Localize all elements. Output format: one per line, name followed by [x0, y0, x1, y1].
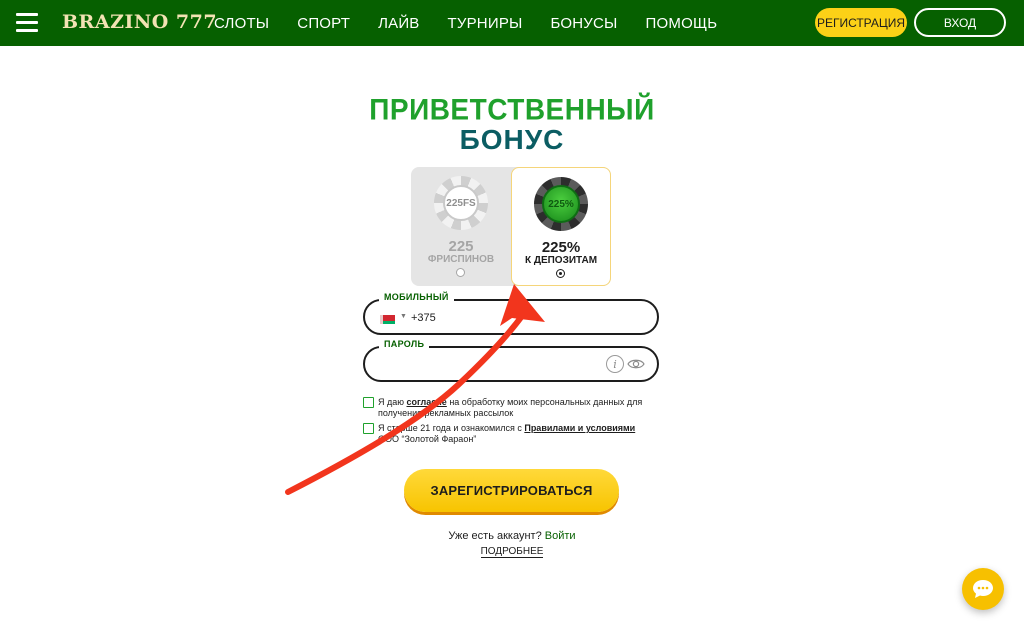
chat-button[interactable]	[962, 568, 1004, 610]
deposit-chip-icon: 225%	[534, 177, 588, 231]
chat-bubble-icon	[973, 580, 993, 598]
consent-text: Я даю согласие на обработку моих персона…	[378, 397, 658, 419]
belarus-flag-icon[interactable]	[380, 315, 395, 324]
chevron-down-icon[interactable]: ▼	[400, 313, 407, 320]
password-input[interactable]	[381, 357, 601, 373]
have-account-text: Уже есть аккаунт?	[448, 530, 542, 542]
have-account-row: Уже есть аккаунт? Войти	[0, 530, 1024, 542]
brand-logo[interactable]: BRAZINO 777	[62, 11, 217, 33]
more-link[interactable]: ПОДРОБНЕЕ	[480, 546, 544, 558]
deposit-value: 225%	[541, 239, 581, 256]
nav-slots[interactable]: СЛОТЫ	[214, 15, 269, 32]
menu-icon[interactable]	[16, 13, 38, 32]
age-prefix: Я старше 21 года и ознакомился с	[378, 423, 525, 433]
age-text: Я старше 21 года и ознакомился с Правила…	[378, 423, 658, 445]
bonus-selector: 225FS 225 ФРИСПИНОВ 225% 225% К ДЕПОЗИТА…	[411, 167, 611, 286]
nav-help[interactable]: ПОМОЩЬ	[646, 15, 718, 32]
nav-live[interactable]: ЛАЙВ	[378, 15, 419, 32]
consent-prefix: Я даю	[378, 397, 407, 407]
age-checkbox[interactable]	[363, 423, 374, 434]
login-button[interactable]: ВХОД	[914, 8, 1006, 37]
nav-bonuses[interactable]: БОНУСЫ	[551, 15, 618, 32]
page-title-line1: ПРИВЕТСТВЕННЫЙ	[369, 93, 655, 126]
nav-sport[interactable]: СПОРТ	[297, 15, 350, 32]
freespins-chip-label: 225FS	[443, 185, 479, 221]
age-suffix: ООО “Золотой Фараон”	[378, 434, 477, 444]
eye-icon[interactable]	[627, 356, 645, 372]
freespins-label: ФРИСПИНОВ	[427, 254, 495, 265]
top-header: BRAZINO 777 СЛОТЫ СПОРТ ЛАЙВ ТУРНИРЫ БОН…	[0, 0, 1024, 46]
deposit-label: К ДЕПОЗИТАМ	[524, 255, 598, 266]
nav-tournaments[interactable]: ТУРНИРЫ	[448, 15, 523, 32]
bonus-option-freespins[interactable]: 225FS 225 ФРИСПИНОВ	[411, 167, 511, 286]
freespins-chip-icon: 225FS	[434, 176, 488, 230]
register-button[interactable]: РЕГИСТРАЦИЯ	[815, 8, 907, 37]
password-label: ПАРОЛЬ	[379, 339, 430, 349]
terms-link[interactable]: Правилами и условиями	[524, 423, 635, 433]
page-title-line2: БОНУС	[459, 124, 565, 155]
more-row: ПОДРОБНЕЕ	[0, 546, 1024, 558]
password-field[interactable]: ПАРОЛЬ i	[363, 339, 659, 382]
phone-input[interactable]	[411, 310, 611, 326]
phone-field[interactable]: МОБИЛЬНЫЙ ▼	[363, 292, 659, 335]
login-link[interactable]: Войти	[545, 530, 576, 542]
deposit-chip-label: 225%	[542, 185, 580, 223]
consent-link[interactable]: согласие	[407, 397, 447, 407]
freespins-radio[interactable]	[456, 268, 465, 277]
submit-register-button[interactable]: ЗАРЕГИСТРИРОВАТЬСЯ	[404, 469, 619, 512]
bonus-option-deposit[interactable]: 225% 225% К ДЕПОЗИТАМ	[511, 167, 611, 286]
phone-label: МОБИЛЬНЫЙ	[379, 292, 454, 302]
consent-checkbox[interactable]	[363, 397, 374, 408]
info-icon[interactable]: i	[606, 355, 624, 373]
freespins-value: 225	[448, 238, 474, 255]
main-nav: СЛОТЫ СПОРТ ЛАЙВ ТУРНИРЫ БОНУСЫ ПОМОЩЬ	[214, 0, 745, 46]
deposit-radio[interactable]	[556, 269, 565, 278]
